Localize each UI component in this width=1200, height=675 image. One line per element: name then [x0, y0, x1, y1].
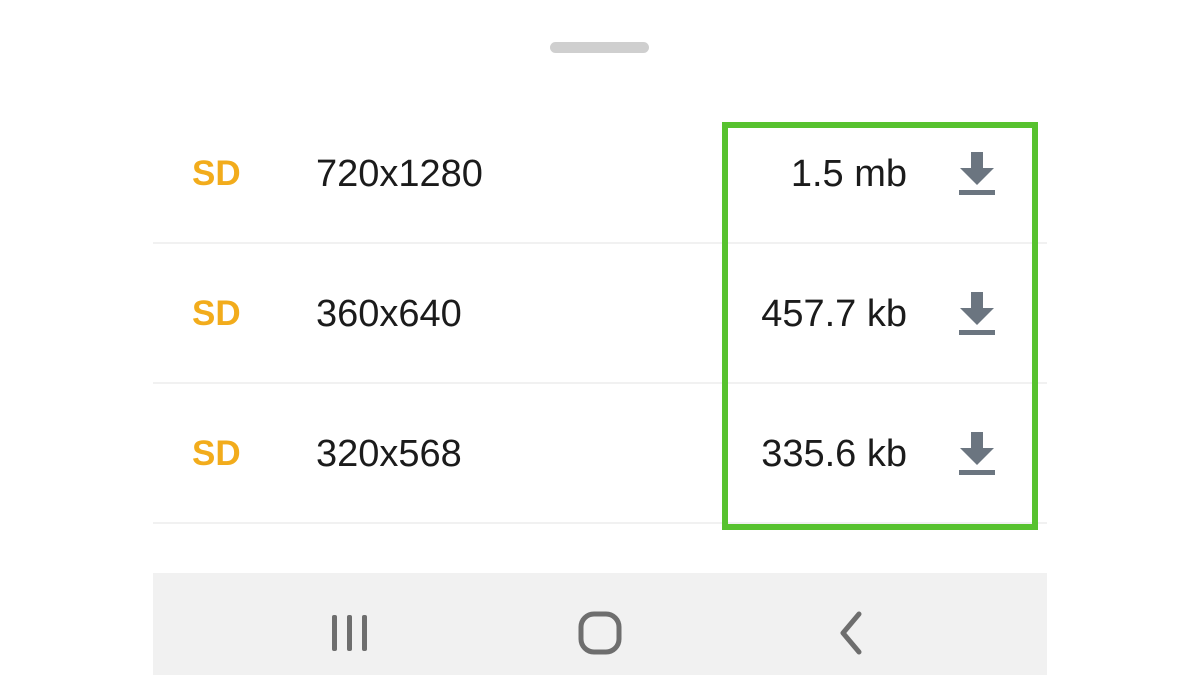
drag-handle[interactable] [550, 42, 649, 53]
home-button[interactable] [570, 603, 630, 663]
download-icon [959, 292, 995, 335]
download-button[interactable] [953, 148, 1001, 200]
recent-apps-icon [332, 615, 367, 651]
quality-label: SD [192, 154, 241, 193]
download-icon [959, 432, 995, 475]
quality-label: SD [192, 434, 241, 473]
resolution-label: 320x568 [316, 433, 462, 475]
download-button[interactable] [953, 288, 1001, 340]
back-button[interactable] [821, 603, 881, 663]
download-icon [959, 152, 995, 195]
file-size-label: 335.6 kb [761, 433, 907, 475]
list-item[interactable]: SD 360x640 457.7 kb [153, 244, 1047, 384]
home-icon [578, 611, 622, 655]
list-item[interactable]: SD 720x1280 1.5 mb [153, 104, 1047, 244]
list-item[interactable]: SD 320x568 335.6 kb [153, 384, 1047, 524]
back-icon [840, 611, 862, 655]
navigation-bar [153, 573, 1047, 675]
file-size-label: 1.5 mb [790, 153, 907, 195]
resolution-label: 720x1280 [316, 153, 483, 195]
quality-label: SD [192, 294, 241, 333]
download-button[interactable] [953, 428, 1001, 480]
resolution-label: 360x640 [316, 293, 462, 335]
file-size-label: 457.7 kb [761, 293, 907, 335]
recent-apps-button[interactable] [320, 603, 380, 663]
